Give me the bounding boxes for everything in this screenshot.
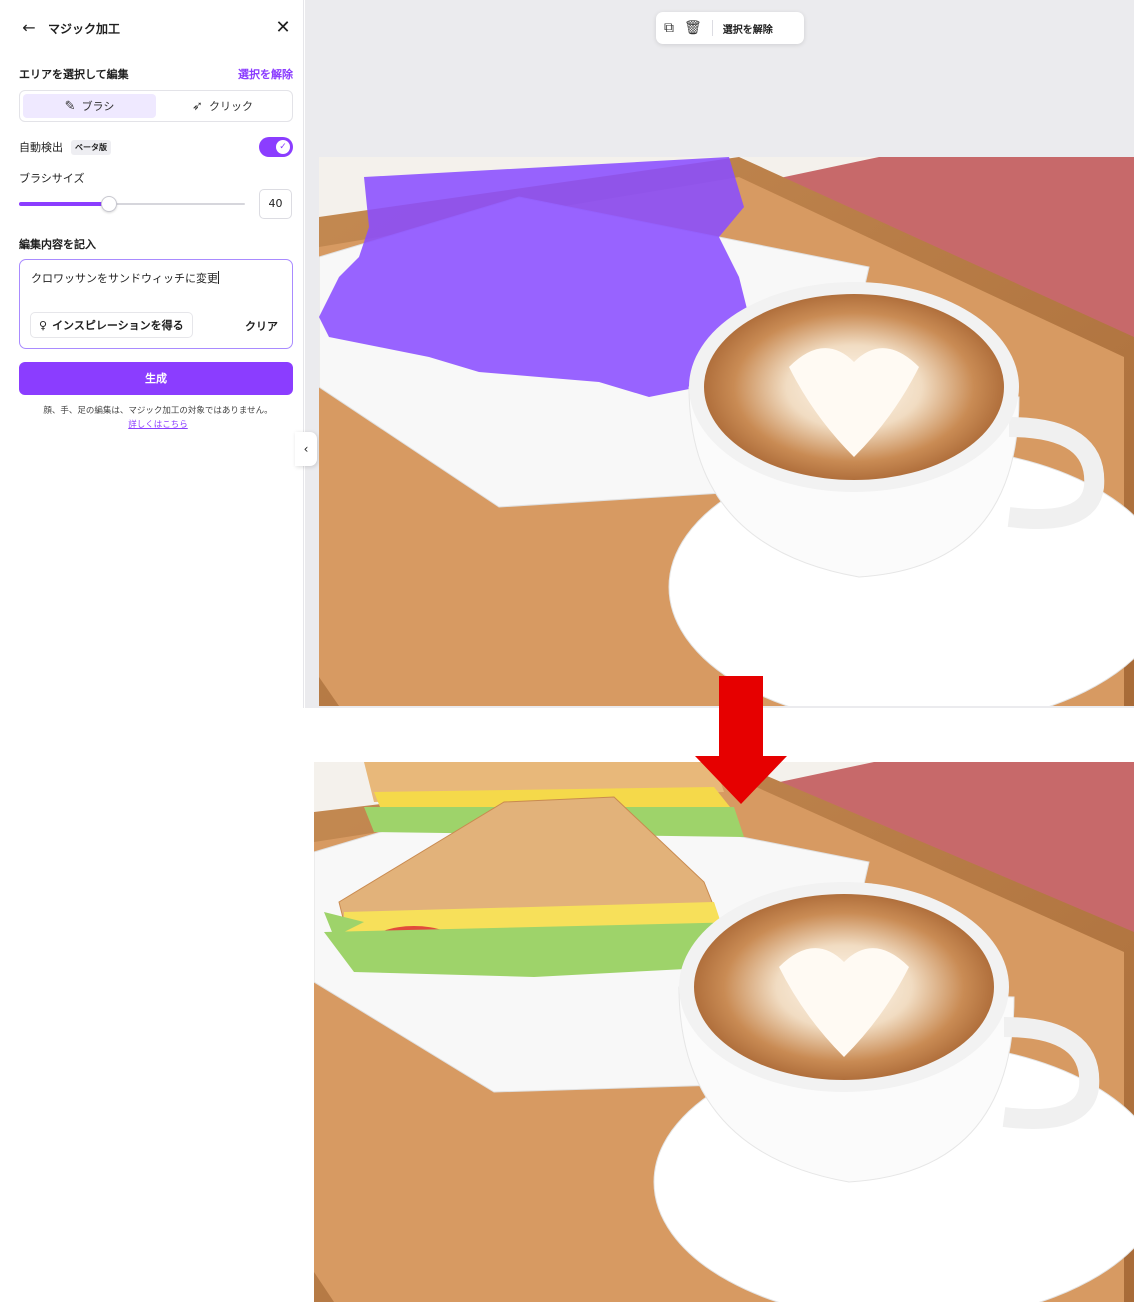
generate-button[interactable]: 生成 bbox=[19, 362, 293, 395]
down-arrow-icon bbox=[695, 676, 787, 804]
inspiration-label: インスピレーションを得る bbox=[52, 319, 184, 332]
mode-brush-button[interactable]: ✎ ブラシ bbox=[23, 94, 156, 118]
magic-edit-panel: ← マジック加工 ✕ エリアを選択して編集 選択を解除 ✎ ブラシ ➶ クリック… bbox=[6, 0, 304, 708]
prompt-textarea[interactable]: クロワッサンをサンドウィッチに変更 ♀ インスピレーションを得る クリア bbox=[19, 259, 293, 349]
duplicate-icon[interactable]: ⧉ bbox=[664, 20, 674, 36]
magic-click-icon: ➶ bbox=[192, 98, 203, 114]
brush-size-slider[interactable] bbox=[19, 196, 245, 212]
edited-photo-before[interactable] bbox=[319, 157, 1134, 706]
inspiration-button[interactable]: ♀ インスピレーションを得る bbox=[30, 312, 193, 338]
slider-handle[interactable] bbox=[101, 196, 118, 212]
learn-more-link[interactable]: 詳しくはこちら bbox=[128, 420, 188, 430]
auto-detect-toggle[interactable]: ✓ bbox=[259, 137, 293, 157]
panel-header: ← マジック加工 ✕ bbox=[18, 14, 294, 42]
clear-button[interactable]: クリア bbox=[245, 318, 278, 334]
magic-brush-icon: ✎ bbox=[64, 98, 76, 114]
toolbar-divider bbox=[711, 20, 713, 36]
brush-size-label: ブラシサイズ bbox=[19, 172, 85, 185]
trash-icon[interactable]: 🗑 bbox=[684, 20, 702, 36]
auto-detect-label: 自動検出 bbox=[19, 141, 63, 154]
deselect-link[interactable]: 選択を解除 bbox=[238, 66, 293, 82]
notice: 顔、手、足の編集は、マジック加工の対象ではありません。 詳しくはこちら bbox=[19, 404, 297, 432]
prompt-label: 編集内容を記入 bbox=[19, 238, 96, 251]
mode-click-label: クリック bbox=[208, 100, 253, 113]
beta-badge: ベータ版 bbox=[71, 139, 111, 155]
mode-click-button[interactable]: ➶ クリック bbox=[156, 94, 289, 118]
panel-title: マジック加工 bbox=[48, 21, 121, 36]
auto-detect-row: 自動検出 ベータ版 ✓ bbox=[19, 136, 293, 158]
brush-size-input[interactable]: 40 bbox=[259, 189, 292, 219]
toolbar-deselect-button[interactable]: 選択を解除 bbox=[723, 21, 773, 36]
select-area-row: エリアを選択して編集 選択を解除 bbox=[19, 66, 293, 82]
back-arrow-icon[interactable]: ← bbox=[18, 17, 40, 39]
screenshot-root: ← マジック加工 ✕ エリアを選択して編集 選択を解除 ✎ ブラシ ➶ クリック… bbox=[0, 0, 1134, 1302]
select-area-label: エリアを選択して編集 bbox=[19, 68, 129, 81]
lightbulb-icon: ♀ bbox=[39, 318, 48, 332]
text-caret bbox=[218, 271, 219, 284]
check-icon: ✓ bbox=[276, 140, 290, 154]
mode-brush-label: ブラシ bbox=[81, 100, 115, 113]
edited-photo-after[interactable] bbox=[314, 762, 1134, 1302]
collapse-panel-chevron-icon[interactable]: ‹ bbox=[295, 432, 317, 466]
selection-toolbar: ⧉ 🗑 選択を解除 bbox=[656, 12, 804, 44]
mode-switch: ✎ ブラシ ➶ クリック bbox=[19, 90, 293, 122]
prompt-value: クロワッサンをサンドウィッチに変更 bbox=[31, 271, 219, 285]
slider-fill bbox=[19, 202, 110, 206]
close-icon[interactable]: ✕ bbox=[272, 17, 294, 39]
notice-text: 顔、手、足の編集は、マジック加工の対象ではありません。 bbox=[43, 406, 273, 416]
